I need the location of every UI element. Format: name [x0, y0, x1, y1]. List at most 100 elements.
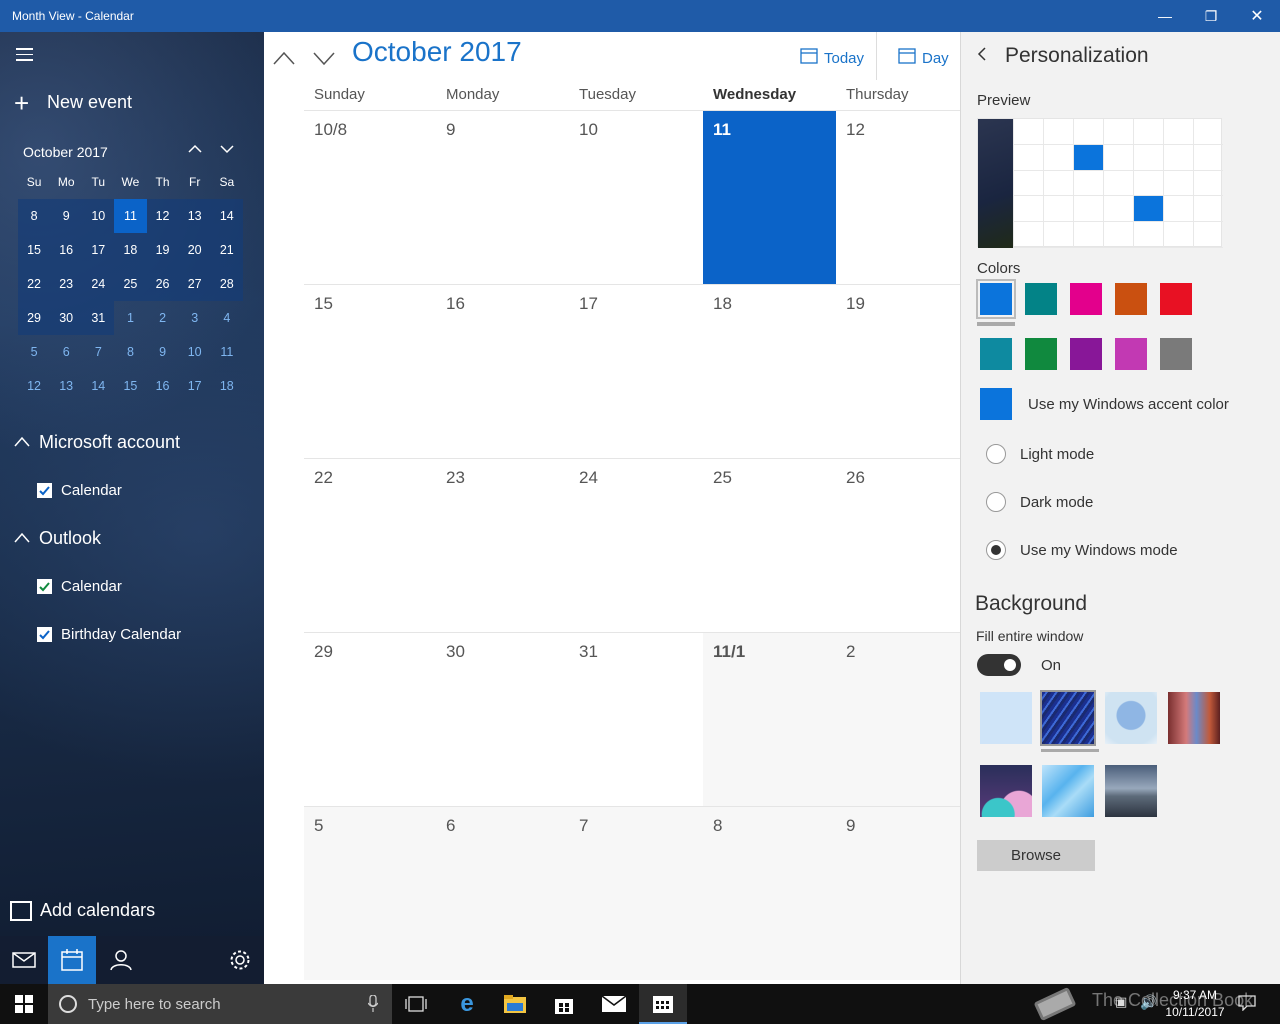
mini-day[interactable]: 1	[114, 301, 146, 335]
mini-day[interactable]: 13	[178, 199, 211, 233]
store-icon[interactable]	[540, 984, 588, 1024]
mini-day[interactable]: 2	[147, 301, 179, 335]
mini-day[interactable]: 29	[18, 301, 51, 335]
light-mode-radio[interactable]: Light mode	[986, 444, 1094, 464]
background-thumbnail[interactable]	[1168, 692, 1220, 744]
mini-day[interactable]: 27	[178, 267, 211, 301]
edge-browser-icon[interactable]: e	[443, 984, 491, 1024]
fill-window-toggle[interactable]	[977, 654, 1021, 676]
task-view-icon[interactable]	[392, 984, 440, 1024]
day-cell[interactable]: 22	[304, 458, 436, 632]
day-cell[interactable]: 15	[304, 284, 436, 458]
mini-day[interactable]: 19	[146, 233, 179, 267]
windows-start-icon[interactable]	[0, 984, 48, 1024]
mini-day[interactable]: 11	[114, 199, 147, 233]
color-swatch[interactable]	[1115, 283, 1147, 315]
day-cell[interactable]: 24	[569, 458, 703, 632]
mini-day[interactable]: 21	[210, 233, 243, 267]
close-button[interactable]: ✕	[1234, 0, 1280, 32]
day-cell[interactable]: 10	[569, 110, 703, 284]
mini-day[interactable]: 11	[211, 335, 243, 369]
clock-date[interactable]: 10/11/2017	[1162, 1005, 1228, 1019]
today-button[interactable]: Today	[800, 48, 864, 69]
radio-button[interactable]	[986, 444, 1006, 464]
accent-color-label[interactable]: Use my Windows accent color	[1028, 396, 1229, 413]
day-cell[interactable]: 23	[436, 458, 569, 632]
mini-day[interactable]: 9	[50, 199, 83, 233]
mini-day[interactable]: 18	[211, 369, 243, 403]
day-cell[interactable]: 17	[569, 284, 703, 458]
calendar-item[interactable]: Calendar	[37, 578, 122, 595]
mail-app-icon[interactable]	[590, 984, 638, 1024]
mail-icon[interactable]	[0, 936, 48, 984]
mini-day[interactable]: 12	[146, 199, 179, 233]
mini-day[interactable]: 28	[210, 267, 243, 301]
day-cell[interactable]: 11/1	[703, 632, 836, 806]
mini-day[interactable]: 20	[178, 233, 211, 267]
restore-button[interactable]: ❐	[1188, 0, 1234, 32]
mini-day[interactable]: 25	[114, 267, 147, 301]
dark-mode-radio[interactable]: Dark mode	[986, 492, 1093, 512]
mini-day[interactable]: 17	[179, 369, 211, 403]
day-cell[interactable]: 26	[836, 458, 960, 632]
day-cell[interactable]: 11	[703, 110, 836, 284]
accent-color-swatch[interactable]	[980, 388, 1012, 420]
mini-day[interactable]: 5	[18, 335, 50, 369]
color-swatch[interactable]	[1070, 338, 1102, 370]
color-swatch[interactable]	[1115, 338, 1147, 370]
group-outlook[interactable]: Outlook	[14, 528, 101, 549]
network-icon[interactable]: ▣	[1115, 994, 1127, 1010]
new-event-button[interactable]: + New event	[14, 90, 132, 116]
mini-next-month-icon[interactable]	[219, 142, 235, 159]
previous-month-icon[interactable]	[272, 46, 296, 72]
mini-day[interactable]: 26	[146, 267, 179, 301]
day-cell[interactable]: 12	[836, 110, 960, 284]
file-explorer-icon[interactable]	[491, 984, 539, 1024]
back-arrow-icon[interactable]	[977, 46, 987, 67]
background-thumbnail-selected[interactable]	[1040, 690, 1096, 746]
mini-prev-month-icon[interactable]	[187, 142, 203, 159]
mini-day[interactable]: 13	[50, 369, 82, 403]
minimize-button[interactable]: —	[1142, 0, 1188, 32]
taskbar-search-box[interactable]: Type here to search	[48, 984, 392, 1024]
color-swatch[interactable]	[1160, 338, 1192, 370]
calendar-app-icon[interactable]	[639, 984, 687, 1024]
day-cell[interactable]: 29	[304, 632, 436, 806]
color-swatch[interactable]	[1025, 338, 1057, 370]
day-cell[interactable]: 8	[703, 806, 836, 980]
checkbox-checked-icon[interactable]	[37, 627, 52, 642]
mini-day[interactable]: 31	[82, 301, 115, 335]
calendar-item[interactable]: Birthday Calendar	[37, 626, 181, 643]
day-cell[interactable]: 6	[436, 806, 569, 980]
day-cell[interactable]: 31	[569, 632, 703, 806]
background-thumbnail[interactable]	[980, 765, 1032, 817]
mini-day[interactable]: 24	[82, 267, 115, 301]
browse-button[interactable]: Browse	[977, 840, 1095, 871]
radio-button[interactable]	[986, 492, 1006, 512]
mini-day[interactable]: 22	[18, 267, 51, 301]
checkbox-checked-icon[interactable]	[37, 579, 52, 594]
mini-day[interactable]: 8	[114, 335, 146, 369]
add-calendars-button[interactable]: Add calendars	[10, 900, 155, 921]
mini-day[interactable]: 15	[114, 369, 146, 403]
radio-button-selected[interactable]	[986, 540, 1006, 560]
color-swatch[interactable]	[976, 279, 1016, 319]
background-thumbnail[interactable]	[1042, 765, 1094, 817]
day-cell[interactable]: 9	[836, 806, 960, 980]
mini-day[interactable]: 17	[82, 233, 115, 267]
background-thumbnail[interactable]	[980, 692, 1032, 744]
day-cell[interactable]: 10/8	[304, 110, 436, 284]
day-cell[interactable]: 30	[436, 632, 569, 806]
color-swatch[interactable]	[980, 338, 1012, 370]
color-swatch[interactable]	[1025, 283, 1057, 315]
mini-day[interactable]: 12	[18, 369, 50, 403]
day-cell[interactable]: 2	[836, 632, 960, 806]
action-center-icon[interactable]	[1238, 995, 1256, 1016]
day-cell[interactable]: 9	[436, 110, 569, 284]
background-thumbnail[interactable]	[1105, 765, 1157, 817]
mini-day[interactable]: 14	[210, 199, 243, 233]
volume-icon[interactable]: 🔊	[1140, 994, 1157, 1011]
calendar-item[interactable]: Calendar	[37, 482, 122, 499]
day-cell[interactable]: 18	[703, 284, 836, 458]
checkbox-checked-icon[interactable]	[37, 483, 52, 498]
